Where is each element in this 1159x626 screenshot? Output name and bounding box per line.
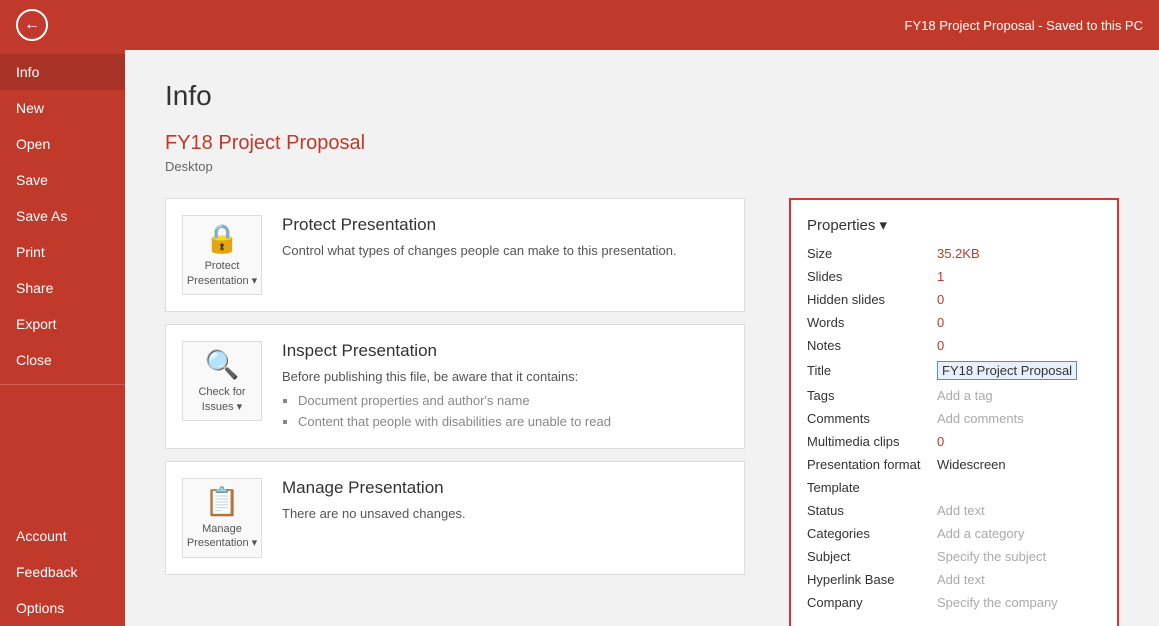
prop-label: Company bbox=[807, 595, 937, 610]
card-check: 🔍 Check for Issues ▾ Inspect Presentation B… bbox=[165, 324, 745, 449]
manage-desc: There are no unsaved changes. bbox=[282, 504, 728, 524]
prop-row-size: Size35.2KB bbox=[807, 246, 1101, 261]
sidebar: InfoNewOpenSaveSave AsPrintShareExportCl… bbox=[0, 50, 125, 626]
prop-row-company: CompanySpecify the company bbox=[807, 595, 1101, 610]
sidebar-item-info[interactable]: Info bbox=[0, 54, 125, 90]
prop-value: 0 bbox=[937, 338, 944, 353]
prop-row-multimedia-clips: Multimedia clips0 bbox=[807, 434, 1101, 449]
manage-body: Manage Presentation There are no unsaved … bbox=[282, 478, 728, 524]
prop-label: Multimedia clips bbox=[807, 434, 937, 449]
prop-label: Categories bbox=[807, 526, 937, 541]
prop-label: Words bbox=[807, 315, 937, 330]
back-button[interactable]: ← bbox=[16, 9, 48, 41]
top-bar: ← FY18 Project Proposal - Saved to this … bbox=[0, 0, 1159, 50]
prop-label: Hidden slides bbox=[807, 292, 937, 307]
prop-row-status: StatusAdd text bbox=[807, 503, 1101, 518]
card-protect: 🔒 Protect Presentation ▾ Protect Presentat… bbox=[165, 198, 745, 312]
sidebar-item-save-as[interactable]: Save As bbox=[0, 198, 125, 234]
prop-label: Template bbox=[807, 480, 937, 495]
prop-row-hyperlink-base: Hyperlink BaseAdd text bbox=[807, 572, 1101, 587]
protect-body: Protect Presentation Control what types o… bbox=[282, 215, 728, 261]
check-desc: Before publishing this file, be aware th… bbox=[282, 367, 728, 432]
prop-value: 1 bbox=[937, 269, 944, 284]
back-icon: ← bbox=[24, 16, 40, 34]
prop-row-words: Words0 bbox=[807, 315, 1101, 330]
prop-label: Hyperlink Base bbox=[807, 572, 937, 587]
prop-row-slides: Slides1 bbox=[807, 269, 1101, 284]
prop-label: Title bbox=[807, 363, 937, 378]
main-layout: InfoNewOpenSaveSave AsPrintShareExportCl… bbox=[0, 50, 1159, 626]
protect-desc: Control what types of changes people can… bbox=[282, 241, 728, 261]
top-bar-title: FY18 Project Proposal - Saved to this PC bbox=[905, 18, 1143, 33]
prop-label: Comments bbox=[807, 411, 937, 426]
sidebar-item-share[interactable]: Share bbox=[0, 270, 125, 306]
protect-icon: 🔒 bbox=[205, 222, 240, 255]
prop-label: Tags bbox=[807, 388, 937, 403]
properties-title[interactable]: Properties ▾ bbox=[807, 216, 1101, 234]
check-body: Inspect Presentation Before publishing th… bbox=[282, 341, 728, 432]
prop-value: 0 bbox=[937, 292, 944, 307]
prop-label: Notes bbox=[807, 338, 937, 353]
sidebar-item-open[interactable]: Open bbox=[0, 126, 125, 162]
prop-value[interactable]: Add a tag bbox=[937, 388, 993, 403]
prop-value[interactable]: Specify the company bbox=[937, 595, 1058, 610]
sidebar-item-export[interactable]: Export bbox=[0, 306, 125, 342]
prop-value: Widescreen bbox=[937, 457, 1006, 472]
prop-row-comments: CommentsAdd comments bbox=[807, 411, 1101, 426]
prop-label: Slides bbox=[807, 269, 937, 284]
prop-row-notes: Notes0 bbox=[807, 338, 1101, 353]
sidebar-item-options[interactable]: Options bbox=[0, 590, 125, 626]
check-title: Inspect Presentation bbox=[282, 341, 728, 361]
check-icon-button[interactable]: 🔍 Check for Issues ▾ bbox=[182, 341, 262, 421]
protect-icon-label: Protect Presentation ▾ bbox=[187, 259, 257, 288]
prop-row-tags: TagsAdd a tag bbox=[807, 388, 1101, 403]
prop-label: Presentation format bbox=[807, 457, 937, 472]
prop-value: 0 bbox=[937, 434, 944, 449]
content-area: Info FY18 Project Proposal Desktop 🔒 Prot… bbox=[125, 50, 1159, 626]
protect-icon-button[interactable]: 🔒 Protect Presentation ▾ bbox=[182, 215, 262, 295]
prop-row-template: Template bbox=[807, 480, 1101, 495]
prop-value[interactable]: Add a category bbox=[937, 526, 1024, 541]
prop-value[interactable]: Add text bbox=[937, 503, 985, 518]
manage-icon-label: Manage Presentation ▾ bbox=[187, 522, 257, 551]
desc-item: Document properties and author's name bbox=[298, 391, 728, 411]
check-icon: 🔍 bbox=[205, 348, 240, 381]
prop-row-presentation-format: Presentation formatWidescreen bbox=[807, 457, 1101, 472]
sidebar-item-account[interactable]: Account bbox=[0, 518, 125, 554]
check-icon-label: Check for Issues ▾ bbox=[198, 385, 245, 414]
manage-icon-button[interactable]: 📋 Manage Presentation ▾ bbox=[182, 478, 262, 558]
file-name: FY18 Project Proposal bbox=[165, 132, 1119, 155]
prop-row-categories: CategoriesAdd a category bbox=[807, 526, 1101, 541]
prop-row-title: TitleFY18 Project Proposal bbox=[807, 361, 1101, 380]
manage-icon: 📋 bbox=[205, 485, 240, 518]
page-title: Info bbox=[165, 80, 1119, 112]
prop-value: 35.2KB bbox=[937, 246, 980, 261]
cards-section: 🔒 Protect Presentation ▾ Protect Presentat… bbox=[165, 198, 759, 587]
sidebar-item-close[interactable]: Close bbox=[0, 342, 125, 378]
prop-row-subject: SubjectSpecify the subject bbox=[807, 549, 1101, 564]
prop-value[interactable]: Add text bbox=[937, 572, 985, 587]
prop-label: Status bbox=[807, 503, 937, 518]
file-location: Desktop bbox=[165, 159, 1119, 174]
content-inner: 🔒 Protect Presentation ▾ Protect Presentat… bbox=[165, 198, 1119, 626]
prop-value[interactable]: FY18 Project Proposal bbox=[937, 361, 1077, 380]
manage-title: Manage Presentation bbox=[282, 478, 728, 498]
sidebar-item-save[interactable]: Save bbox=[0, 162, 125, 198]
prop-label: Subject bbox=[807, 549, 937, 564]
sidebar-divider bbox=[0, 384, 125, 385]
protect-title: Protect Presentation bbox=[282, 215, 728, 235]
prop-label: Size bbox=[807, 246, 937, 261]
prop-value: 0 bbox=[937, 315, 944, 330]
desc-item: Content that people with disabilities ar… bbox=[298, 412, 728, 432]
properties-panel: Properties ▾ Size35.2KBSlides1Hidden sli… bbox=[789, 198, 1119, 626]
sidebar-item-feedback[interactable]: Feedback bbox=[0, 554, 125, 590]
sidebar-item-print[interactable]: Print bbox=[0, 234, 125, 270]
sidebar-item-new[interactable]: New bbox=[0, 90, 125, 126]
prop-value[interactable]: Add comments bbox=[937, 411, 1024, 426]
prop-value[interactable]: Specify the subject bbox=[937, 549, 1046, 564]
prop-row-hidden-slides: Hidden slides0 bbox=[807, 292, 1101, 307]
card-manage: 📋 Manage Presentation ▾ Manage Presentatio… bbox=[165, 461, 745, 575]
